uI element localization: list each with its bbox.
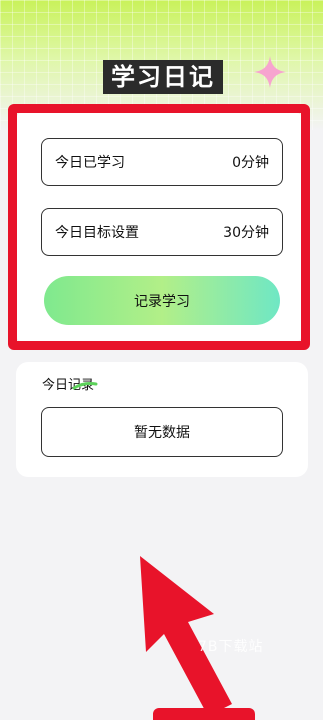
label-underline-decoration: [72, 382, 98, 390]
sparkle-icon: [254, 56, 286, 88]
goal-setting-label: 今日目标设置: [55, 225, 139, 241]
watermark-text: 7B下载站: [198, 639, 264, 655]
today-studied-row: 今日已学习 0分钟: [41, 138, 283, 186]
goal-setting-row[interactable]: 今日目标设置 30分钟: [41, 208, 283, 256]
page-title: 学习日记: [103, 60, 223, 94]
record-study-button[interactable]: 记录学习: [44, 276, 280, 325]
empty-records-box: 暂无数据: [41, 407, 283, 457]
bottom-highlight-bar: [153, 708, 255, 720]
goal-setting-value: 30分钟: [223, 225, 269, 241]
today-studied-label: 今日已学习: [55, 155, 125, 171]
today-studied-value: 0分钟: [232, 155, 269, 171]
